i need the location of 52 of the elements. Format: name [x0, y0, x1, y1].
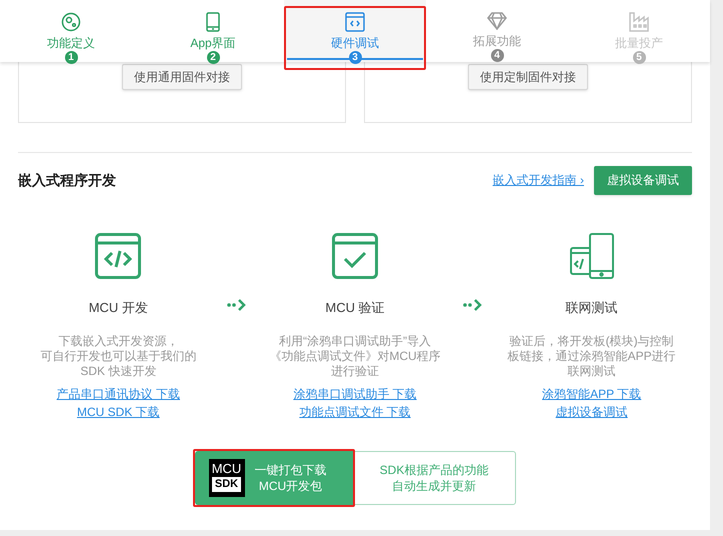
step-number: 5: [632, 51, 646, 64]
step-tab[interactable]: 硬件调试 3: [284, 0, 426, 62]
step-label: 拓展功能: [473, 34, 521, 48]
guide-link[interactable]: 嵌入式开发指南 ›: [492, 171, 584, 189]
stage-title: 联网测试: [566, 299, 618, 317]
download-link[interactable]: 涂鸦智能APP 下载: [542, 384, 642, 402]
code-window-icon: [95, 233, 142, 279]
phone-icon: [206, 12, 220, 32]
step-number: 2: [206, 51, 220, 64]
stage-description-line: 利用“涂鸦串口调试助手”导入: [279, 334, 431, 348]
stage-description-line: 《功能点调试文件》对MCU程序: [269, 348, 441, 364]
step-label: App界面: [190, 36, 236, 50]
step-tab[interactable]: 批量投产 5: [568, 0, 710, 62]
download-link[interactable]: 产品串口通讯协议 下载: [56, 384, 180, 402]
stage-description-line: 验证后，将开发板(模块)与控制: [510, 334, 674, 348]
virtual-debug-button[interactable]: 虚拟设备调试: [594, 166, 692, 194]
package-note-line: 自动生成并更新: [392, 478, 476, 494]
stage-description-line: 进行验证: [331, 364, 379, 378]
step-tab[interactable]: App界面 2: [142, 0, 284, 62]
stage-title: MCU 开发: [88, 299, 148, 317]
step-number: 3: [348, 51, 362, 64]
section-title: 嵌入式程序开发: [18, 170, 116, 190]
package-download-button[interactable]: MCU SDK 一键打包下载 MCU开发包: [194, 450, 352, 504]
diamond-icon: [487, 12, 507, 30]
firmware-button[interactable]: 使用通用固件对接: [122, 64, 242, 90]
download-link[interactable]: 功能点调试文件 下载: [299, 402, 411, 420]
stage-description-line: SDK 快速开发: [80, 364, 156, 378]
stage-title: MCU 验证: [325, 299, 385, 317]
devices-icon: [568, 233, 615, 279]
stage-description-line: 可自行开发也可以基于我们的: [40, 348, 196, 364]
download-link[interactable]: 涂鸦串口调试助手 下载: [293, 384, 417, 402]
step-label: 功能定义: [47, 36, 95, 50]
step-tab[interactable]: 功能定义 1: [0, 0, 142, 62]
download-link[interactable]: MCU SDK 下载: [76, 402, 160, 420]
step-label: 硬件调试: [331, 36, 379, 50]
step-tab[interactable]: 拓展功能 4: [426, 0, 568, 62]
download-link[interactable]: 虚拟设备调试: [556, 402, 628, 420]
firmware-button[interactable]: 使用定制固件对接: [468, 64, 588, 90]
gear-icon: [61, 12, 81, 32]
stage-description-line: 下载嵌入式开发资源，: [58, 334, 178, 348]
step-label: 批量投产: [615, 36, 663, 50]
step-number: 4: [490, 49, 504, 62]
package-note-line: SDK根据产品的功能: [380, 462, 488, 478]
step-number: 1: [64, 51, 78, 64]
code-window-icon: [345, 12, 365, 32]
stage-description-line: 联网测试: [568, 364, 616, 378]
checkbox-window-icon: [332, 233, 378, 279]
dotted-arrow-icon: [462, 298, 484, 312]
stage-description-line: 板链接，通过涂鸦智能APP进行: [508, 348, 676, 364]
factory-icon: [629, 12, 649, 32]
mcu-sdk-logo: MCU SDK: [208, 458, 244, 496]
dotted-arrow-icon: [226, 298, 248, 312]
